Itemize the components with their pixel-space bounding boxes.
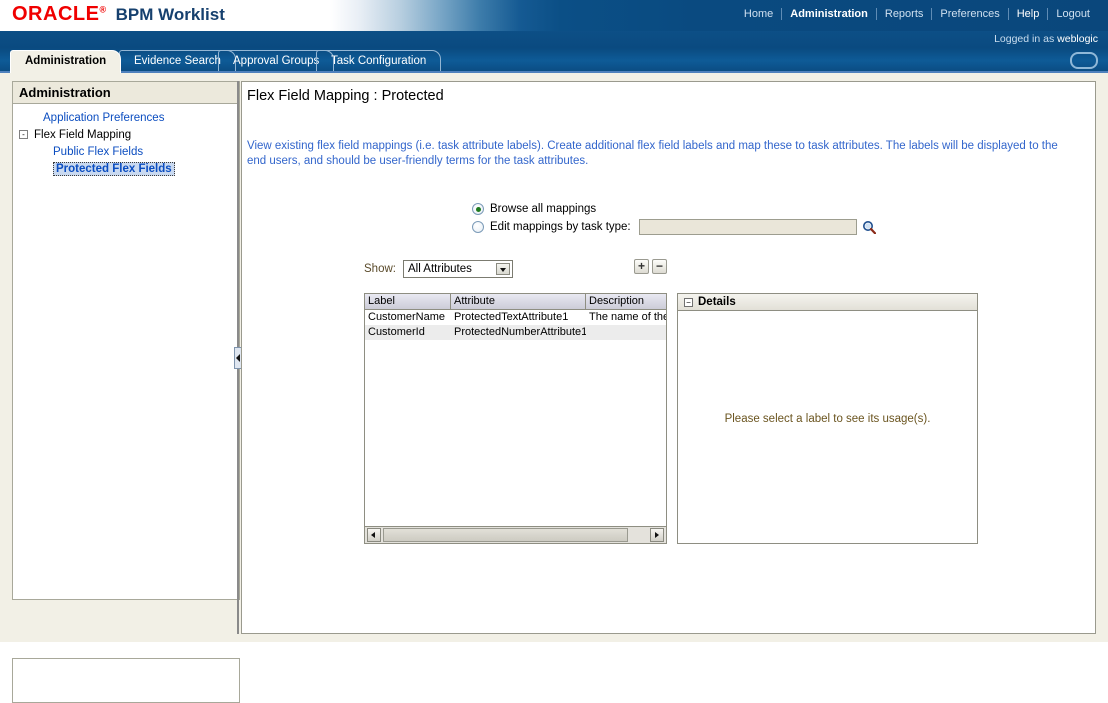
scroll-left-button[interactable]: [367, 528, 381, 542]
top-nav-help[interactable]: Help: [1009, 8, 1048, 20]
show-filter-row: Show: All Attributes: [364, 260, 513, 278]
task-type-input[interactable]: [638, 219, 857, 235]
remove-mapping-button[interactable]: −: [652, 259, 667, 274]
tree-item-flex-field-mapping[interactable]: - Flex Field Mapping: [13, 127, 239, 144]
tree-item-label[interactable]: Application Preferences: [43, 112, 164, 124]
scroll-right-button[interactable]: [650, 528, 664, 542]
main-content-panel: Flex Field Mapping : Protected View exis…: [241, 81, 1096, 634]
search-icon[interactable]: [862, 220, 876, 235]
tree-collapse-icon[interactable]: -: [19, 130, 28, 139]
page-body: Administration Application Preferences -…: [0, 73, 1108, 703]
tree-item-protected-flex-fields[interactable]: Protected Flex Fields: [13, 161, 239, 178]
sidebar-title: Administration: [13, 82, 239, 104]
page-description: View existing flex field mappings (i.e. …: [247, 140, 1058, 167]
table-row[interactable]: CustomerName ProtectedTextAttribute1 The…: [365, 310, 666, 325]
radio-browse-all-indicator[interactable]: [472, 203, 484, 215]
top-nav-logout[interactable]: Logout: [1048, 8, 1098, 20]
radio-option-edit-by-task-type[interactable]: Edit mappings by task type:: [472, 218, 876, 236]
trademark-symbol: ®: [99, 4, 107, 15]
app-title: BPM Worklist: [115, 5, 225, 24]
details-panel: − Details Please select a label to see i…: [677, 293, 978, 544]
tree-item-label[interactable]: Public Flex Fields: [53, 146, 143, 158]
collapse-pill-button[interactable]: [1070, 52, 1098, 69]
logged-in-status: Logged in as weblogic: [994, 33, 1098, 45]
table-row[interactable]: CustomerId ProtectedNumberAttribute1: [365, 325, 666, 340]
mapping-mode-radio-group: Browse all mappings Edit mappings by tas…: [472, 200, 876, 236]
radio-option-browse-all[interactable]: Browse all mappings: [472, 200, 876, 218]
scrollbar-thumb[interactable]: [383, 528, 628, 542]
top-nav-reports[interactable]: Reports: [877, 8, 932, 20]
add-mapping-button[interactable]: +: [634, 259, 649, 274]
cell-description: [586, 325, 666, 340]
brand-header-bar: ORACLE® BPM Worklist Home Administration…: [0, 0, 1108, 31]
tree-item-label: Flex Field Mapping: [34, 129, 132, 141]
table-header-row: Label Attribute Description: [365, 294, 666, 310]
chevron-left-icon: [236, 354, 240, 362]
radio-edit-by-task-type-label[interactable]: Edit mappings by task type:: [490, 221, 631, 233]
oracle-logo: ORACLE®: [12, 3, 107, 26]
cell-attribute: ProtectedTextAttribute1: [454, 311, 569, 323]
tree-item-label[interactable]: Protected Flex Fields: [53, 162, 175, 176]
table-actions: + −: [634, 259, 667, 274]
tab-administration[interactable]: Administration: [10, 50, 122, 73]
cell-label: CustomerName: [368, 311, 446, 323]
sidebar-lower-panel: [12, 658, 240, 703]
column-header-label[interactable]: Label: [365, 294, 451, 309]
top-nav-preferences[interactable]: Preferences: [932, 8, 1007, 20]
show-filter-value: All Attributes: [407, 263, 472, 275]
page-title: Flex Field Mapping : Protected: [247, 88, 444, 104]
horizontal-scrollbar[interactable]: [365, 526, 666, 543]
top-nav-home[interactable]: Home: [736, 8, 781, 20]
column-header-description[interactable]: Description: [586, 294, 666, 309]
show-filter-label: Show:: [364, 263, 396, 275]
show-filter-select[interactable]: All Attributes: [402, 260, 513, 278]
top-navigation: Home Administration Reports Preferences …: [736, 8, 1098, 20]
tree-item-application-preferences[interactable]: Application Preferences: [13, 110, 239, 127]
cell-label: CustomerId: [368, 326, 425, 338]
oracle-wordmark: ORACLE: [12, 3, 100, 25]
mappings-table: Label Attribute Description CustomerName…: [364, 293, 667, 544]
navigation-tree: Application Preferences - Flex Field Map…: [13, 104, 239, 178]
brand-logo-group: ORACLE® BPM Worklist: [12, 3, 225, 26]
logged-in-username: weblogic: [1057, 33, 1098, 45]
radio-browse-all-label[interactable]: Browse all mappings: [490, 203, 596, 215]
main-tab-strip: Administration Evidence Search Approval …: [0, 48, 1108, 73]
sidebar-panel: Administration Application Preferences -…: [12, 81, 240, 600]
tab-task-configuration[interactable]: Task Configuration: [316, 50, 442, 73]
logged-in-prefix: Logged in as: [994, 33, 1058, 45]
details-empty-message: Please select a label to see its usage(s…: [724, 412, 931, 425]
column-header-attribute[interactable]: Attribute: [451, 294, 586, 309]
cell-attribute: ProtectedNumberAttribute1: [454, 326, 586, 338]
session-bar: Logged in as weblogic: [0, 31, 1108, 48]
top-nav-administration[interactable]: Administration: [782, 8, 876, 20]
chevron-down-icon[interactable]: [495, 263, 510, 275]
radio-edit-by-task-type-indicator[interactable]: [472, 221, 484, 233]
tree-item-public-flex-fields[interactable]: Public Flex Fields: [13, 144, 239, 161]
cell-description: The name of the: [589, 311, 667, 323]
